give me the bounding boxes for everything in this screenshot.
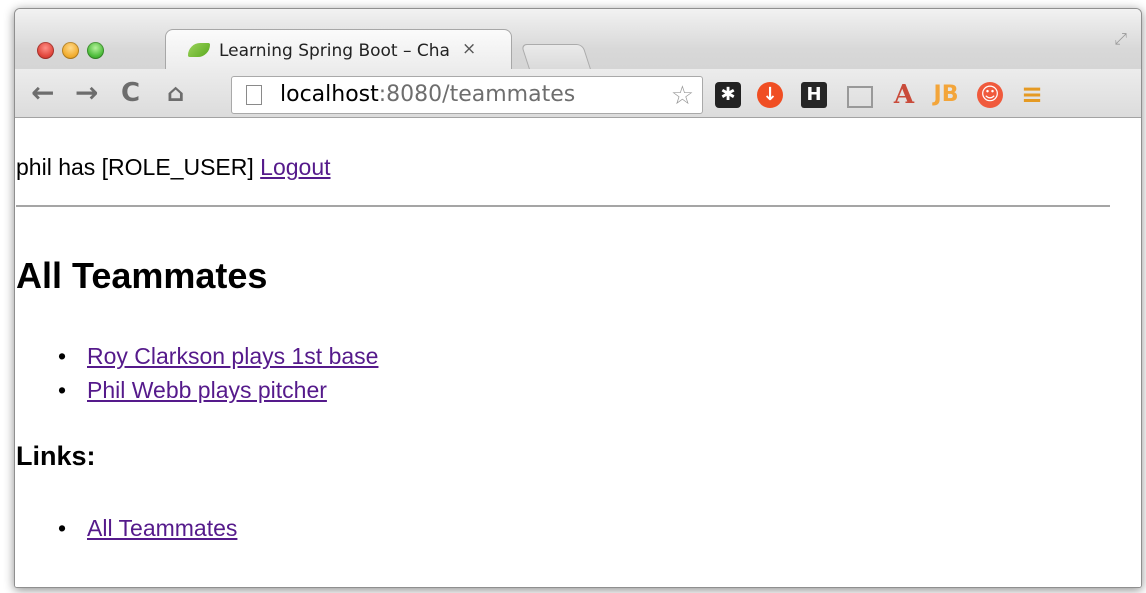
tab-title: Learning Spring Boot – Cha xyxy=(219,41,449,61)
close-window-button[interactable] xyxy=(37,42,54,59)
user-status-line: phil has [ROLE_USER] Logout xyxy=(16,154,331,181)
extension-icon[interactable]: ☺ xyxy=(977,82,1003,108)
bullet-icon: • xyxy=(58,515,67,541)
teammate-link[interactable]: Phil Webb plays pitcher xyxy=(87,377,327,403)
bullet-icon: • xyxy=(58,377,67,403)
cast-icon[interactable] xyxy=(847,86,873,108)
extension-icon[interactable]: JB xyxy=(933,82,959,108)
back-arrow-icon[interactable]: ← xyxy=(31,76,54,110)
extension-icon[interactable]: ✱ xyxy=(715,82,741,108)
teammate-link[interactable]: Roy Clarkson plays 1st base xyxy=(87,343,378,369)
page-icon xyxy=(246,85,262,105)
tab-close-icon[interactable]: × xyxy=(462,39,476,59)
user-role-text: phil has [ROLE_USER] xyxy=(16,154,254,180)
all-teammates-link[interactable]: All Teammates xyxy=(87,515,237,541)
forward-arrow-icon[interactable]: → xyxy=(75,76,98,110)
links-list: • All Teammates xyxy=(0,511,237,545)
reload-icon[interactable]: C xyxy=(121,76,140,110)
links-heading: Links: xyxy=(16,441,96,471)
title-bar: Learning Spring Boot – Cha × ⤢ ← → C ⌂ l… xyxy=(15,9,1141,118)
fullscreen-icon[interactable]: ⤢ xyxy=(1114,31,1127,49)
extension-icon[interactable]: H xyxy=(801,82,827,108)
list-item: • All Teammates xyxy=(0,511,237,545)
list-item: • Roy Clarkson plays 1st base xyxy=(0,339,378,373)
extension-icon[interactable]: A xyxy=(891,82,917,108)
bookmark-star-icon[interactable]: ☆ xyxy=(671,80,694,111)
browser-toolbar: ← → C ⌂ localhost:8080/teammates ☆ ✱ ↓ H… xyxy=(15,69,1141,118)
minimize-window-button[interactable] xyxy=(62,42,79,59)
home-icon[interactable]: ⌂ xyxy=(167,76,184,110)
divider xyxy=(16,205,1110,207)
teammate-list: • Roy Clarkson plays 1st base • Phil Web… xyxy=(0,339,378,407)
maximize-window-button[interactable] xyxy=(87,42,104,59)
address-bar[interactable]: localhost:8080/teammates ☆ xyxy=(231,76,703,114)
menu-icon[interactable]: ≡ xyxy=(1019,82,1045,108)
logout-link[interactable]: Logout xyxy=(260,154,330,180)
bullet-icon: • xyxy=(58,343,67,369)
tab-active[interactable]: Learning Spring Boot – Cha × xyxy=(165,29,512,70)
page-title: All Teammates xyxy=(16,255,268,296)
new-tab-button[interactable] xyxy=(520,44,592,70)
extension-icon[interactable]: ↓ xyxy=(757,82,783,108)
browser-window: Learning Spring Boot – Cha × ⤢ ← → C ⌂ l… xyxy=(14,8,1142,588)
list-item: • Phil Webb plays pitcher xyxy=(0,373,378,407)
url-text[interactable]: localhost:8080/teammates xyxy=(280,82,575,107)
spring-leaf-icon xyxy=(188,43,210,57)
